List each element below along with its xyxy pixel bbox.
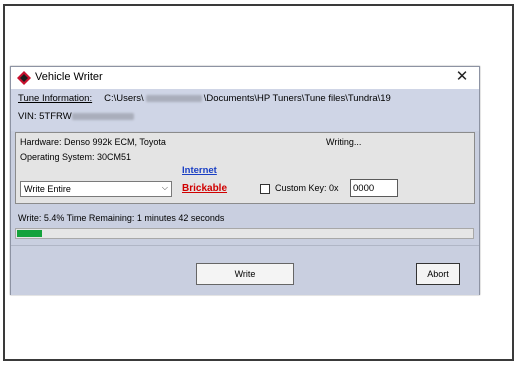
progress-fill <box>17 230 42 237</box>
progress-bar <box>15 228 474 239</box>
tune-path-end: \Documents\HP Tuners\Tune files\Tundra\1… <box>203 93 391 104</box>
redacted-username <box>145 94 202 102</box>
write-button[interactable]: Write <box>196 263 294 285</box>
tune-information-row: Tune Information: C:\Users\ \Documents\HP … <box>18 93 391 104</box>
vin-row: VIN: 5TFRW <box>18 111 134 122</box>
custom-key-checkbox[interactable] <box>260 184 270 194</box>
custom-key-label: Custom Key: 0x <box>275 183 339 193</box>
tune-path-start: C:\Users\ <box>104 93 144 104</box>
internet-link[interactable]: Internet <box>182 165 217 176</box>
tune-info-area: Tune Information: C:\Users\ \Documents\HP … <box>11 89 479 131</box>
write-mode-value: Write Entire <box>24 184 71 194</box>
status-panel: Hardware: Denso 992k ECM, Toyota Writing… <box>15 132 475 204</box>
tune-information-label: Tune Information: <box>18 93 93 104</box>
tuner-logo-icon <box>17 71 31 85</box>
window-title: Vehicle Writer <box>35 71 103 83</box>
write-mode-select[interactable]: Write Entire ⌵ <box>20 181 172 197</box>
operating-system-text: Operating System: 30CM51 <box>20 152 132 162</box>
progress-text: Write: 5.4% Time Remaining: 1 minutes 42… <box>18 213 225 223</box>
redacted-vin <box>71 112 134 120</box>
title-bar: Vehicle Writer ✕ <box>11 67 479 89</box>
close-button[interactable]: ✕ <box>453 68 471 86</box>
chevron-down-icon: ⌵ <box>161 183 168 192</box>
brickable-link[interactable]: Brickable <box>182 183 227 194</box>
writing-status: Writing... <box>326 137 362 147</box>
hardware-text: Hardware: Denso 992k ECM, Toyota <box>20 137 166 147</box>
vin-label: VIN: 5TFRW <box>18 111 72 122</box>
close-icon: ✕ <box>455 68 469 85</box>
vehicle-writer-dialog: Vehicle Writer ✕ Tune Information: C:\Use… <box>10 66 480 295</box>
custom-key-input[interactable] <box>350 179 398 197</box>
abort-button[interactable]: Abort <box>416 263 460 285</box>
